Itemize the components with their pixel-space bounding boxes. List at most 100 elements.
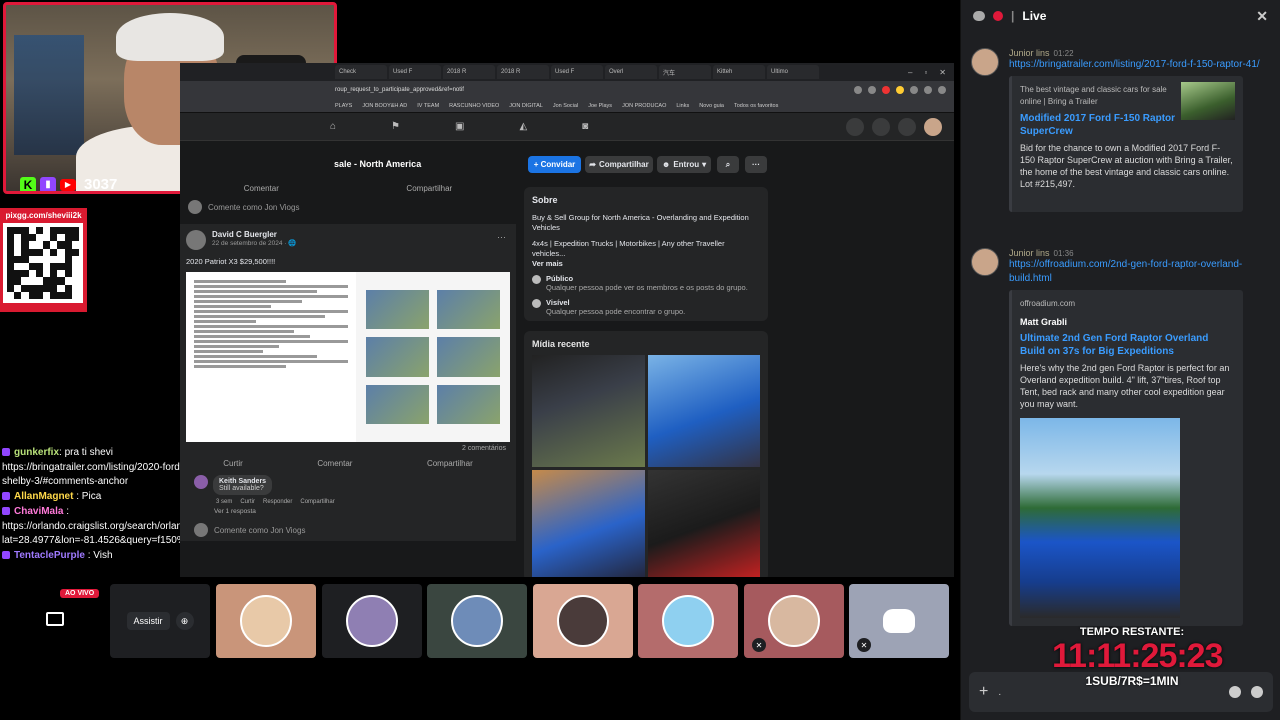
comment-action[interactable]: Comentar [244, 184, 279, 193]
bookmark-item[interactable]: JON DIGITAL [509, 103, 543, 109]
commenter-name[interactable]: Keith Sanders [219, 478, 266, 485]
panel-title: Live [1022, 9, 1047, 23]
bookmark-item[interactable]: Jon Social [553, 103, 578, 109]
user-avatar[interactable] [971, 248, 999, 276]
megaphone-icon[interactable]: ◭ [519, 121, 527, 132]
public-info: Público Qualquer pessoa pode ver os membr… [532, 274, 760, 292]
browser-tab[interactable]: Check [335, 65, 387, 79]
watch-stream-tile[interactable]: Assistir ⊕ [110, 584, 210, 658]
badge-icon [2, 507, 10, 516]
participant-tile[interactable] [322, 584, 422, 658]
home-icon[interactable]: ⌂ [330, 121, 336, 132]
participant-tile[interactable] [216, 584, 316, 658]
bookmark-item[interactable]: Novo guia [699, 103, 724, 109]
like-action[interactable]: Curtir [223, 459, 243, 468]
plus-icon[interactable]: + [979, 683, 988, 701]
user-avatar[interactable] [971, 48, 999, 76]
qr-code [3, 223, 83, 303]
share-action[interactable]: Compartilhar [406, 184, 452, 193]
post-image[interactable] [186, 272, 510, 442]
comment-share[interactable]: Compartilhar [300, 499, 334, 505]
comment-box[interactable]: Comente como Jon Viogs [186, 519, 510, 541]
comments-count[interactable]: 2 comentários [186, 442, 510, 455]
gaming-icon[interactable]: ◙ [582, 121, 588, 132]
embed-title[interactable]: Ultimate 2nd Gen Ford Raptor Overland Bu… [1020, 332, 1235, 358]
message-link[interactable]: https://offroadium.com/2nd-gen-ford-rapt… [1009, 258, 1271, 286]
see-more-link[interactable]: Ver mais [532, 259, 760, 268]
bookmark-item[interactable]: IV TEAM [417, 103, 439, 109]
facebook-nav: ⌂ ⚑ ▣ ◭ ◙ [180, 113, 954, 141]
bookmark-item[interactable]: JON BOOY&H AD [362, 103, 407, 109]
media-photo[interactable] [532, 470, 645, 577]
messenger-icon[interactable] [872, 117, 890, 136]
bookmark-item[interactable]: RASCUNHO VIDEO [449, 103, 499, 109]
browser-tab[interactable]: Kitteh [713, 65, 765, 79]
browser-tab[interactable]: Used F [551, 65, 603, 79]
message-link[interactable]: https://bringatrailer.com/listing/2017-f… [1009, 58, 1271, 72]
group-header: sale - North America + Convidar ➦ Compart… [180, 143, 954, 183]
view-replies[interactable]: Ver 1 resposta [186, 505, 510, 519]
chevron-down-icon: ▾ [702, 160, 707, 169]
trailer-photos [356, 272, 510, 442]
chat-separator: : [63, 506, 70, 517]
username[interactable]: Junior lins [1009, 48, 1050, 58]
bookmark-item[interactable]: Todos os favoritos [734, 103, 778, 109]
flag-icon[interactable]: ⚑ [391, 121, 400, 132]
search-button[interactable]: ⌕ [717, 156, 739, 173]
apps-icon[interactable] [1251, 686, 1263, 698]
participant-tile[interactable]: ✕ [849, 584, 949, 658]
marketplace-icon[interactable]: ▣ [455, 121, 464, 132]
embed-title[interactable]: Modified 2017 Ford F-150 Raptor SuperCre… [1020, 112, 1180, 138]
embed-image[interactable] [1020, 418, 1180, 618]
bookmark-item[interactable]: Links [676, 103, 689, 109]
comment-action[interactable]: Comentar [317, 459, 352, 468]
media-photo[interactable] [647, 470, 760, 577]
browser-tab[interactable]: Used F [389, 65, 441, 79]
post-author[interactable]: David C Buergler [212, 230, 510, 239]
browser-tab[interactable]: 2018 R [443, 65, 495, 79]
participant-tile[interactable] [638, 584, 738, 658]
participant-tile[interactable] [427, 584, 527, 658]
media-photo[interactable] [647, 355, 760, 467]
bell-icon[interactable] [898, 117, 916, 136]
minimize-icon[interactable]: – [908, 68, 912, 77]
watch-button[interactable]: Assistir [126, 612, 170, 630]
comment-reply[interactable]: Responder [263, 499, 292, 505]
participant-tile[interactable]: ✕ [744, 584, 844, 658]
username[interactable]: Junior lins [1009, 248, 1050, 258]
author-avatar[interactable] [186, 230, 206, 250]
menu-icon[interactable] [846, 117, 864, 136]
share-group-button[interactable]: ➦ Compartilhar [585, 156, 653, 173]
bookmark-item[interactable]: Joe Plays [588, 103, 612, 109]
browser-tab[interactable]: 汽车 [659, 65, 711, 79]
participant-avatar [451, 595, 503, 647]
share-action[interactable]: Compartilhar [427, 459, 473, 468]
commenter-avatar[interactable] [194, 475, 208, 489]
more-icon[interactable]: ··· [497, 232, 506, 242]
close-icon[interactable]: ✕ [1256, 8, 1268, 25]
media-photo[interactable] [532, 355, 645, 467]
post-date[interactable]: 22 de setembro de 2024 · 🌐 [212, 239, 510, 247]
profile-avatar[interactable] [924, 117, 942, 136]
about-description-2: 4x4s | Expedition Trucks | Motorbikes | … [532, 239, 725, 258]
browser-tab[interactable]: Ultimo [767, 65, 819, 79]
popout-icon[interactable]: ⊕ [175, 612, 194, 630]
bookmark-item[interactable]: PLAYS [335, 103, 352, 109]
bookmark-item[interactable]: JON PRODUCAO [622, 103, 666, 109]
timestamp: 01:36 [1053, 249, 1074, 258]
joined-button[interactable]: ☻ Entrou ▾ [657, 156, 711, 173]
comment-like[interactable]: Curtir [240, 499, 255, 505]
embed-thumbnail[interactable] [1181, 82, 1235, 120]
comment-box[interactable]: Comente como Jon Viogs [180, 196, 516, 218]
maximize-icon[interactable]: ▫ [924, 68, 927, 77]
close-icon[interactable]: ✕ [939, 68, 946, 77]
screen-share-icon[interactable] [46, 612, 64, 626]
invite-button[interactable]: + Convidar [528, 156, 581, 173]
emoji-icon[interactable] [1229, 686, 1241, 698]
participant-tile[interactable] [533, 584, 633, 658]
more-button[interactable]: ··· [745, 156, 767, 173]
browser-tab[interactable]: Overl [605, 65, 657, 79]
browser-tab[interactable]: 2018 R [497, 65, 549, 79]
embed-provider: The best vintage and classic cars for sa… [1020, 85, 1167, 106]
address-bar[interactable]: roup_request_to_participate_approved&ref… [180, 81, 954, 99]
